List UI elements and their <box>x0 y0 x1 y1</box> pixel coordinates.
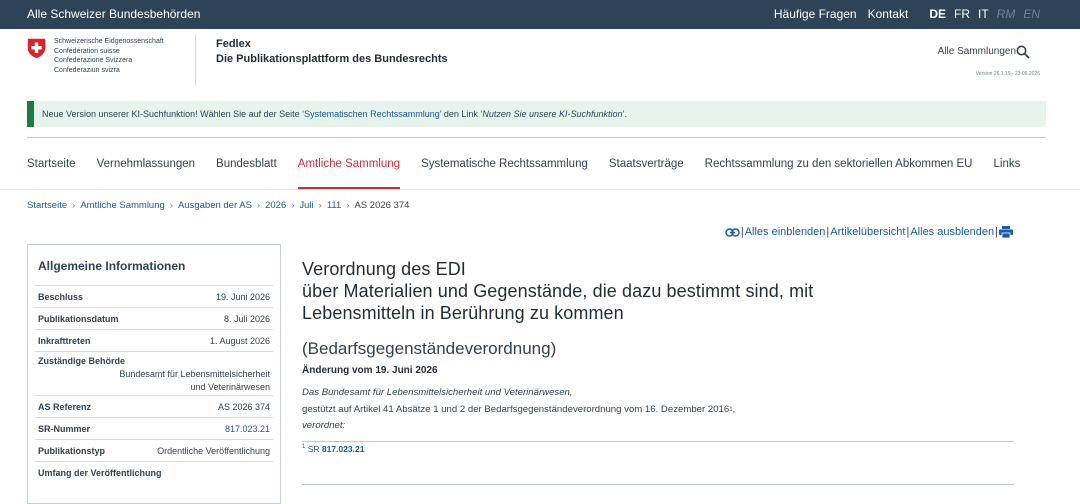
article-overview-link[interactable]: Artikelübersicht <box>830 226 905 238</box>
info-row: Zuständige Behörde Bundesamt für Lebensmi… <box>35 351 273 395</box>
swiss-crest-icon[interactable] <box>27 38 46 59</box>
nav-bottom-divider <box>0 189 1080 190</box>
footnote-divider <box>302 440 1014 442</box>
breadcrumb-ausgaben[interactable]: Ausgaben der AS <box>178 200 252 211</box>
sr-number-link[interactable]: 817.023.21 <box>225 424 270 434</box>
info-notice: Neue Version unserer KI-Suchfunktion! Wä… <box>27 101 1046 127</box>
chevron-right-icon: › <box>291 200 295 211</box>
breadcrumb-issue[interactable]: 111 <box>327 200 341 211</box>
chevron-right-icon: › <box>72 200 76 211</box>
breadcrumb-month[interactable]: Juli <box>299 200 313 211</box>
top-bar: Alle Schweizer Bundesbehörden Häufige Fr… <box>0 0 1080 29</box>
app-title[interactable]: Fedlex Die Publikationsplattform des Bun… <box>216 37 448 67</box>
breadcrumb-current: AS 2026 374 <box>354 200 410 211</box>
preamble: Das Bundesamt für Lebensmittelsicherheit… <box>302 387 736 431</box>
main-nav: Startseite Vernehmlassungen Bundesblatt … <box>27 151 1041 189</box>
info-row: Beschluss 19. Juni 2026 <box>35 285 273 307</box>
info-row: Inkrafttreten 1. August 2026 <box>35 329 273 351</box>
lang-it[interactable]: IT <box>978 7 989 21</box>
lang-fr[interactable]: FR <box>954 7 970 21</box>
info-row: Umfang der Veröffentlichung <box>35 461 273 483</box>
nav-vernehmlassungen[interactable]: Vernehmlassungen <box>97 151 195 189</box>
lang-rm: RM <box>996 7 1016 21</box>
general-info-panel: Allgemeine Informationen Beschluss 19. Ju… <box>27 244 281 504</box>
search-icon[interactable] <box>1016 45 1030 59</box>
all-authorities-link[interactable]: Alle Schweizer Bundesbehörden <box>27 7 200 21</box>
all-collections-button[interactable]: Alle Sammlungen <box>938 46 1016 57</box>
chevron-right-icon: › <box>256 200 261 211</box>
document-content: Verordnung des EDI über Materialien und … <box>302 258 1014 454</box>
expand-all-link[interactable]: Alles einblenden <box>745 226 826 238</box>
amendment-date: Änderung vom 19. Juni 2026 <box>302 365 438 376</box>
chevron-right-icon: › <box>346 200 350 211</box>
breadcrumb: Startseite › Amtliche Sammlung › Ausgaben … <box>27 200 409 211</box>
document-title: Verordnung des EDI über Materialien und … <box>302 259 814 323</box>
site-header: Schweizerische Eidgenossenschaft Confédé… <box>0 29 1080 89</box>
version-label: Version 26.1.19 - 23.06.2026 <box>975 71 1040 77</box>
nav-bundesblatt[interactable]: Bundesblatt <box>216 151 277 189</box>
breadcrumb-startseite[interactable]: Startseite <box>27 200 67 211</box>
contact-link[interactable]: Kontakt <box>868 7 909 21</box>
nav-amtliche-sammlung[interactable]: Amtliche Sammlung <box>297 151 401 189</box>
breadcrumb-year[interactable]: 2026 <box>265 200 286 211</box>
info-row: Publikationstyp Ordentliche Veröffentlich… <box>35 439 273 461</box>
collapse-all-link[interactable]: Alles ausblenden <box>910 226 994 238</box>
footnote: 1 SR 817.023.21 <box>302 443 365 454</box>
nav-sektorielle-abkommen[interactable]: Rechtssammlung zu den sektoriellen Abkom… <box>705 151 973 189</box>
info-row: Publikationsdatum 8. Juli 2026 <box>35 307 273 329</box>
panel-title: Allgemeine Informationen <box>38 259 186 273</box>
nav-links[interactable]: Links <box>994 151 1021 189</box>
topbar-right: Häufige Fragen Kontakt DE FR IT RM EN <box>774 7 1040 21</box>
nav-staatsvertraege[interactable]: Staatsverträge <box>609 151 684 189</box>
notice-link[interactable]: Systematischen Rechtssammlung <box>304 109 440 119</box>
document-tools: | Alles einblenden | Artikelübersicht | … <box>725 226 1013 238</box>
info-row: SR-Nummer 817.023.21 <box>35 417 273 439</box>
nav-systematische-rechtssammlung[interactable]: Systematische Rechtssammlung <box>421 151 588 189</box>
link-icon[interactable] <box>725 227 740 237</box>
lang-en: EN <box>1023 7 1040 21</box>
faq-link[interactable]: Häufige Fragen <box>774 7 857 21</box>
nav-startseite[interactable]: Startseite <box>27 151 76 189</box>
info-row: AS Referenz AS 2026 374 <box>35 395 273 417</box>
nav-divider <box>27 137 1046 138</box>
lang-de[interactable]: DE <box>929 7 946 21</box>
header-divider <box>195 35 196 85</box>
print-icon[interactable] <box>999 226 1013 238</box>
breadcrumb-amtliche-sammlung[interactable]: Amtliche Sammlung <box>80 200 164 211</box>
language-switcher: DE FR IT RM EN <box>929 7 1040 21</box>
chevron-right-icon: › <box>169 200 173 211</box>
confederation-name: Schweizerische Eidgenossenschaft Confédé… <box>54 38 164 74</box>
footnote-sr-link[interactable]: 817.023.21 <box>322 444 365 454</box>
content-divider <box>302 484 1014 485</box>
chevron-right-icon: › <box>318 200 322 211</box>
document-abbreviation: (Bedarfsgegenständeverordnung) <box>302 339 557 358</box>
